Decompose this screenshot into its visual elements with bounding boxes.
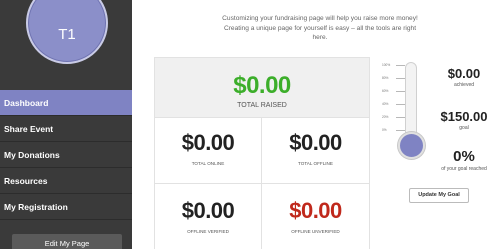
stats-grid: $0.00 TOTAL RAISED $0.00 TOTAL ONLINE $0… — [154, 57, 370, 249]
total-raised-panel: $0.00 TOTAL RAISED — [155, 58, 369, 118]
avatar[interactable]: T1 — [26, 0, 108, 64]
offline-unverified-amount: $0.00 — [289, 198, 342, 223]
percent-summary: 0% of your goal reached — [432, 148, 496, 172]
thermometer-tick-0: 0% — [382, 128, 387, 132]
thermometer-tick-100: 100% — [382, 63, 391, 67]
thermometer-tick-40: 40% — [382, 102, 389, 106]
achieved-summary: $0.00 achieved — [432, 66, 496, 88]
offline-unverified-panel: $0.00 OFFLINE UNVERIFIED — [262, 184, 369, 249]
sidebar: T1 Dashboard Share Event My Donations Re… — [0, 0, 132, 249]
goal-thermometer: 100% 80% 60% 40% 20% 0% — [382, 62, 432, 162]
thermometer-tick-60: 60% — [382, 89, 389, 93]
intro-line-2: Creating a unique page for yourself is e… — [223, 24, 417, 32]
thermometer-tick-80: 80% — [382, 76, 389, 80]
thermometer-tube — [405, 62, 417, 137]
thermometer-bulb — [398, 132, 425, 159]
thermometer-tick-20: 20% — [382, 115, 389, 119]
offline-verified-amount: $0.00 — [181, 198, 235, 223]
thermometer-tick-line — [396, 117, 405, 118]
percent-label: of your goal reached — [441, 166, 487, 172]
thermometer-tick-line — [396, 65, 405, 66]
total-online-panel: $0.00 TOTAL ONLINE — [155, 118, 262, 184]
offline-unverified-label: OFFLINE UNVERIFIED — [291, 229, 340, 234]
edit-my-page-button[interactable]: Edit My Page — [12, 234, 122, 249]
goal-amount: $150.00 — [440, 109, 488, 124]
intro-text: Customizing your fundraising page will h… — [200, 14, 440, 43]
sidebar-item-share-event[interactable]: Share Event — [0, 116, 132, 142]
goal-summary: $150.00 goal — [432, 109, 496, 131]
thermometer-tick-line — [396, 104, 405, 105]
achieved-amount: $0.00 — [447, 66, 481, 81]
intro-line-1: Customizing your fundraising page will h… — [222, 15, 418, 22]
total-raised-amount: $0.00 — [233, 72, 291, 99]
sidebar-item-my-registration[interactable]: My Registration — [0, 194, 132, 220]
offline-verified-label: OFFLINE VERIFIED — [187, 229, 229, 234]
fundraising-dashboard: T1 Dashboard Share Event My Donations Re… — [0, 0, 504, 249]
sidebar-nav: Dashboard Share Event My Donations Resou… — [0, 90, 132, 220]
sidebar-item-resources[interactable]: Resources — [0, 168, 132, 194]
update-my-goal-button[interactable]: Update My Goal — [409, 188, 469, 203]
percent-amount: 0% — [453, 148, 475, 165]
thermometer-tick-line — [396, 78, 405, 79]
achieved-label: achieved — [453, 82, 474, 88]
total-raised-label: TOTAL RAISED — [237, 102, 287, 109]
goal-label: goal — [459, 125, 469, 131]
total-offline-amount: $0.00 — [289, 130, 342, 155]
sidebar-item-my-donations[interactable]: My Donations — [0, 142, 132, 168]
total-offline-panel: $0.00 TOTAL OFFLINE — [262, 118, 369, 184]
avatar-initials: T1 — [58, 26, 76, 43]
thermometer-tick-line — [396, 130, 405, 131]
sidebar-item-dashboard[interactable]: Dashboard — [0, 90, 132, 116]
thermometer-tick-line — [396, 91, 405, 92]
offline-verified-panel: $0.00 OFFLINE VERIFIED — [155, 184, 262, 249]
total-offline-label: TOTAL OFFLINE — [298, 161, 333, 166]
total-online-amount: $0.00 — [181, 130, 235, 155]
total-online-label: TOTAL ONLINE — [191, 161, 225, 166]
intro-line-3: here. — [312, 34, 328, 41]
